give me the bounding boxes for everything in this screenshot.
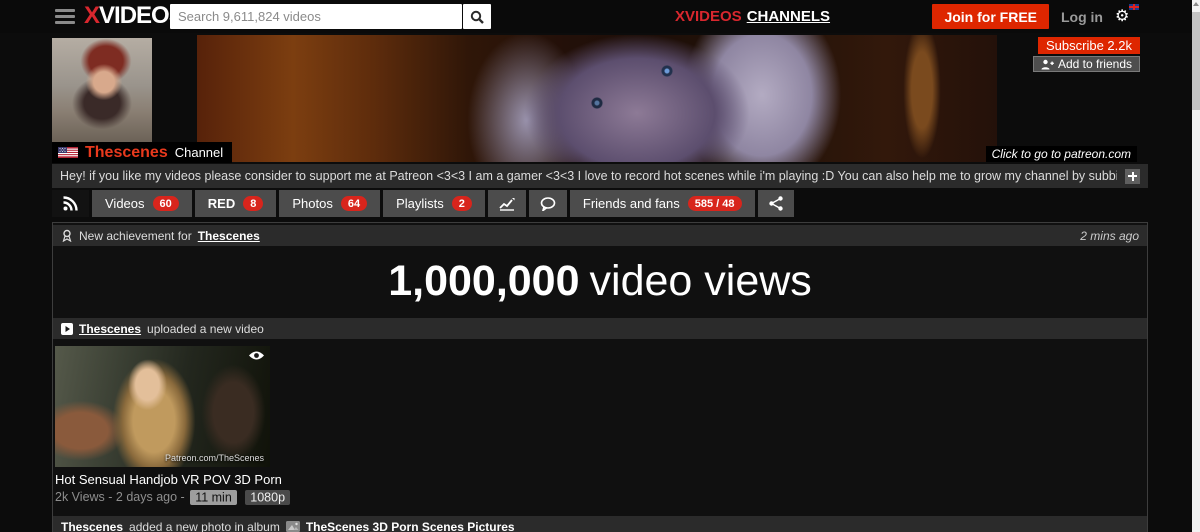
add-to-friends-button[interactable]: Add to friends [1033, 56, 1140, 72]
tab-friends-count: 585 / 48 [688, 196, 742, 211]
stats-chart-icon [499, 197, 515, 211]
tab-red-label: RED [208, 196, 235, 211]
tab-playlists[interactable]: Playlists 2 [383, 190, 485, 217]
preview-eye-icon[interactable] [248, 350, 265, 361]
top-bar: XVIDEOS XVIDEOS CHANNELS Join for FREE Lo… [0, 0, 1192, 33]
settings-button[interactable]: ⚙ [1115, 8, 1133, 26]
site-logo[interactable]: XVIDEOS [84, 2, 184, 30]
photo-album-icon [286, 521, 300, 532]
photo-action: added a new photo in album [129, 520, 280, 532]
search-input[interactable] [170, 4, 462, 29]
banner-actions: Subscribe 2.2k Add to friends [1033, 37, 1140, 72]
page: XVIDEOS XVIDEOS CHANNELS Join for FREE Lo… [0, 0, 1200, 532]
photo-album-link[interactable]: TheScenes 3D Porn Scenes Pictures [306, 520, 515, 532]
achievement-value: 1,000,000 [388, 257, 579, 305]
activity-feed-panel: New achievement for Thescenes 2 mins ago… [52, 222, 1148, 532]
channel-avatar[interactable] [52, 38, 152, 143]
achievement-prefix: New achievement for [79, 229, 192, 243]
channel-tabs: Videos 60 RED 8 Photos 64 Playlists 2 Fr… [52, 190, 797, 217]
tab-share[interactable] [758, 190, 794, 217]
tab-friends-label: Friends and fans [583, 196, 680, 211]
achievement-time: 2 mins ago [1080, 229, 1139, 243]
photo-channel-link[interactable]: Thescenes [61, 520, 123, 532]
tab-comments[interactable] [529, 190, 567, 217]
photo-event-row: Thescenes added a new photo in album The… [53, 516, 1147, 532]
login-link[interactable]: Log in [1061, 9, 1103, 25]
comment-bubble-icon [540, 197, 556, 211]
channel-suffix: Channel [175, 145, 223, 160]
scrollbar[interactable] [1192, 0, 1200, 532]
tab-activity-rss[interactable] [52, 190, 89, 217]
channel-name-bar: Thescenes Channel [52, 142, 232, 163]
video-duration-badge: 11 min [190, 490, 237, 505]
logo-x: X [84, 2, 99, 29]
subscribe-button[interactable]: Subscribe 2.2k [1038, 37, 1140, 54]
video-quality-badge: 1080p [245, 490, 290, 505]
channel-name[interactable]: Thescenes [85, 144, 168, 162]
upload-channel-link[interactable]: Thescenes [79, 322, 141, 336]
gear-icon: ⚙ [1115, 8, 1129, 25]
video-meta: 2k Views - 2 days ago - 11 min 1080p [55, 490, 270, 504]
us-flag-icon [58, 147, 78, 158]
tab-photos[interactable]: Photos 64 [279, 190, 380, 217]
tab-friends-and-fans[interactable]: Friends and fans 585 / 48 [570, 190, 755, 217]
tab-videos-count: 60 [153, 196, 179, 211]
search-button[interactable] [463, 4, 491, 29]
tab-photos-label: Photos [292, 196, 332, 211]
upload-action: uploaded a new video [147, 322, 264, 336]
achievement-medal-icon [61, 229, 73, 242]
tab-videos-label: Videos [105, 196, 145, 211]
channel-description-bar: Hey! if you like my videos please consid… [52, 164, 1148, 188]
language-flag-icon [1129, 4, 1139, 10]
channels-brand-text: XVIDEOS [675, 8, 742, 25]
achievement-event-row: New achievement for Thescenes 2 mins ago [53, 225, 1147, 246]
patreon-note[interactable]: Click to go to patreon.com [986, 146, 1137, 162]
tab-videos[interactable]: Videos 60 [92, 190, 192, 217]
channel-description: Hey! if you like my videos please consid… [60, 169, 1117, 183]
video-title[interactable]: Hot Sensual Handjob VR POV 3D Porn [55, 472, 270, 487]
video-meta-text: 2k Views - 2 days ago - [55, 490, 185, 504]
tab-photos-count: 64 [341, 196, 367, 211]
channels-link[interactable]: XVIDEOS CHANNELS [675, 8, 830, 25]
play-video-icon [61, 323, 73, 335]
rss-icon [63, 196, 78, 211]
tab-stats[interactable] [488, 190, 526, 217]
search-icon [470, 10, 484, 24]
channels-label: CHANNELS [747, 8, 830, 25]
scrollbar-thumb[interactable] [1192, 12, 1200, 110]
add-to-friends-label: Add to friends [1058, 57, 1132, 71]
join-for-free-button[interactable]: Join for FREE [932, 4, 1049, 29]
expand-description-button[interactable] [1125, 169, 1140, 184]
thumbnail-watermark: Patreon.com/TheScenes [165, 453, 264, 463]
add-friend-icon [1041, 59, 1054, 70]
video-card[interactable]: Patreon.com/TheScenes Hot Sensual Handjo… [55, 346, 270, 504]
search-form [170, 4, 491, 29]
tab-playlists-count: 2 [452, 196, 472, 211]
scrollbar-up-icon[interactable] [1193, 2, 1199, 6]
achievement-suffix: video views [590, 257, 812, 305]
menu-icon[interactable] [55, 9, 75, 24]
upload-event-row: Thescenes uploaded a new video [53, 318, 1147, 339]
tab-playlists-label: Playlists [396, 196, 444, 211]
top-right-actions: Join for FREE Log in ⚙ [932, 4, 1133, 29]
tab-red-count: 8 [243, 196, 263, 211]
share-icon [769, 196, 783, 211]
tab-red[interactable]: RED 8 [195, 190, 277, 217]
channel-banner[interactable] [197, 35, 997, 162]
achievement-channel-link[interactable]: Thescenes [198, 229, 260, 243]
video-thumbnail[interactable]: Patreon.com/TheScenes [55, 346, 270, 467]
achievement-headline: 1,000,000video views [53, 246, 1147, 318]
